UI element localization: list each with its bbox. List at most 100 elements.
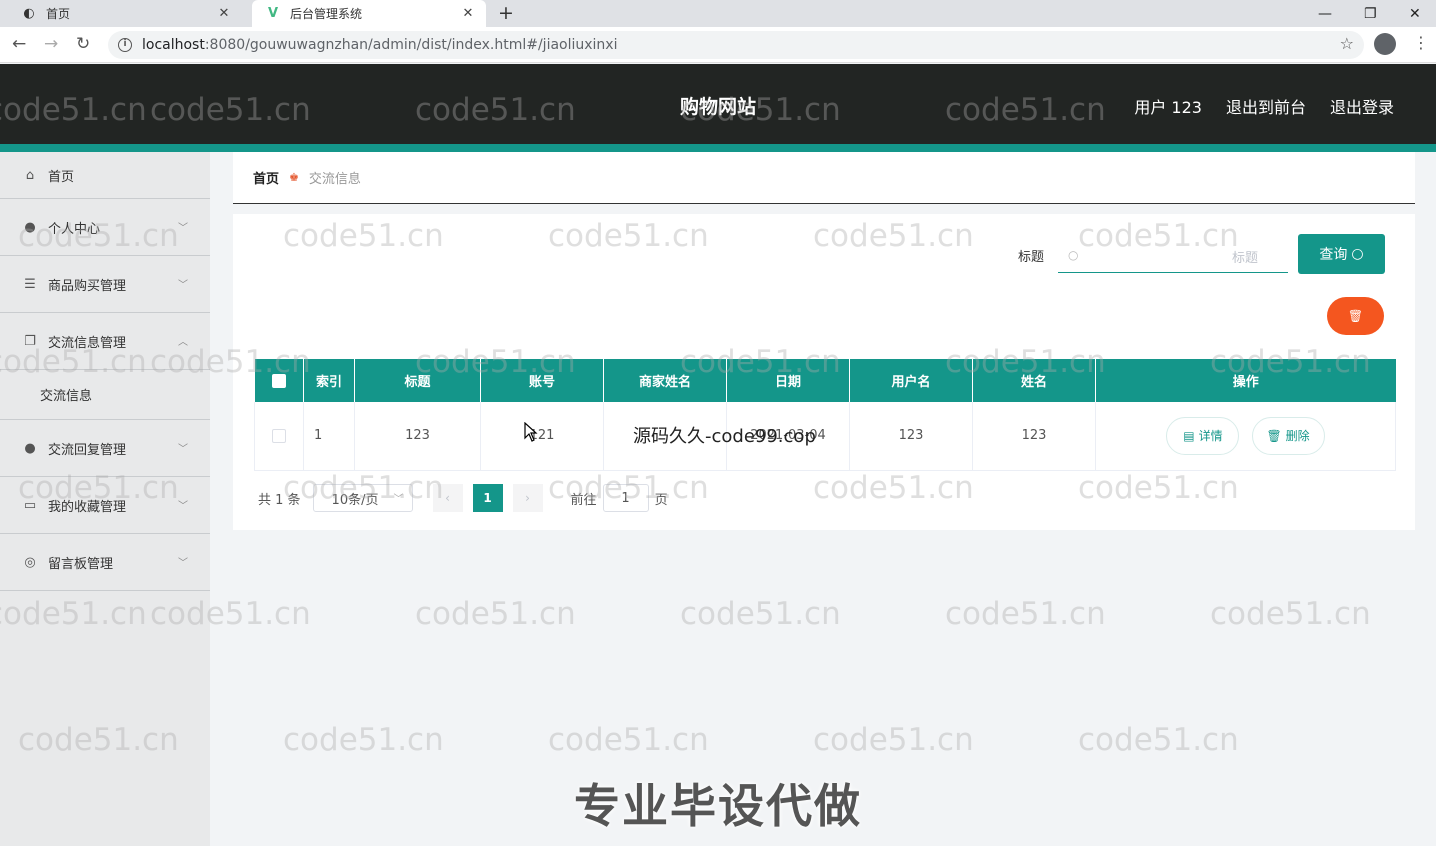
mouse-cursor-icon bbox=[524, 422, 538, 442]
copy-icon: ❐ bbox=[24, 333, 36, 349]
total-count: 共 1 条 bbox=[258, 492, 301, 508]
trash-icon: 🗑 bbox=[1266, 428, 1282, 443]
close-icon[interactable]: ✕ bbox=[216, 6, 232, 21]
sidebar-item-reply[interactable]: ● 交流回复管理 ﹀ bbox=[0, 420, 210, 477]
cell-actions: ▤ 详情 🗑 删除 bbox=[1095, 402, 1396, 471]
watermark: code51.cn bbox=[813, 722, 974, 758]
sidebar-item-home[interactable]: ⌂ 首页 bbox=[0, 152, 210, 199]
reload-icon[interactable]: ↻ bbox=[76, 34, 90, 54]
menu-kebab-icon[interactable]: ⋮ bbox=[1413, 33, 1429, 52]
column-header: 账号 bbox=[480, 359, 604, 402]
chevron-down-icon: ﹀ bbox=[178, 558, 188, 569]
tab-title: 后台管理系统 bbox=[290, 7, 363, 21]
page-size-value: 10条/页 bbox=[331, 492, 379, 508]
tab-title: 首页 bbox=[46, 7, 71, 21]
vue-logo-icon: V bbox=[267, 6, 279, 21]
logout-link[interactable]: 退出登录 bbox=[1330, 94, 1394, 118]
close-icon[interactable]: ✕ bbox=[460, 6, 476, 21]
breadcrumb-separator-icon: ♚ bbox=[289, 171, 299, 184]
data-table: 索引 标题 账号 商家姓名 日期 用户名 姓名 操作 1 123 121 202… bbox=[254, 359, 1396, 471]
chevron-down-icon: ﹀ bbox=[178, 501, 188, 512]
window-close-icon[interactable]: ✕ bbox=[1409, 0, 1421, 27]
breadcrumb-current: 交流信息 bbox=[308, 172, 361, 187]
watermark: code51.cn bbox=[548, 722, 709, 758]
column-header: 操作 bbox=[1095, 359, 1396, 402]
page-size-select[interactable]: 10条/页 ﹀ bbox=[312, 484, 413, 512]
prev-page-button[interactable]: ‹ bbox=[432, 484, 463, 512]
column-header: 日期 bbox=[726, 359, 850, 402]
sidebar-item-label: 交流信息管理 bbox=[48, 335, 127, 351]
delete-button-label: 删除 bbox=[1285, 429, 1310, 444]
bookmark-star-icon[interactable]: ☆ bbox=[1340, 34, 1354, 53]
sidebar-item-purchase[interactable]: ☰ 商品购买管理 ﹀ bbox=[0, 256, 210, 313]
search-placeholder: 标题 bbox=[1231, 251, 1258, 266]
breadcrumb-home[interactable]: 首页 bbox=[253, 168, 279, 187]
app-header: 购物网站 用户 123 退出到前台 退出登录 bbox=[0, 64, 1436, 152]
overlay-caption: 源码久久-code99.cop bbox=[633, 426, 816, 447]
sidebar-item-label: 首页 bbox=[48, 169, 75, 185]
url-path: :8080/gouwuwagnzhan/admin/dist/index.htm… bbox=[204, 37, 618, 53]
cell-username: 123 bbox=[849, 402, 973, 471]
header-accent-bar bbox=[0, 144, 1436, 152]
sidebar-item-label: 留言板管理 bbox=[48, 556, 114, 572]
sidebar-item-favorites[interactable]: ▭ 我的收藏管理 ﹀ bbox=[0, 477, 210, 534]
goto-suffix: 页 bbox=[654, 492, 668, 508]
sidebar-item-messageboard[interactable]: ◎ 留言板管理 ﹀ bbox=[0, 534, 210, 591]
delete-button[interactable]: 🗑 删除 bbox=[1251, 416, 1325, 455]
page-number-current[interactable]: 1 bbox=[472, 484, 503, 512]
compass-icon: ◎ bbox=[24, 554, 36, 570]
sliders-icon: ☰ bbox=[24, 276, 36, 292]
browser-tab[interactable]: ◐ 首页 ✕ bbox=[8, 0, 242, 27]
cell-index: 1 bbox=[303, 402, 355, 471]
sidebar-subitem-exchange-info[interactable]: 交流信息 bbox=[0, 370, 210, 420]
watermark: code51.cn bbox=[1210, 596, 1371, 632]
cell-title: 123 bbox=[354, 402, 481, 471]
detail-button[interactable]: ▤ 详情 bbox=[1166, 416, 1240, 455]
chevron-up-icon: ︿ bbox=[178, 337, 188, 348]
message-icon: ▭ bbox=[23, 497, 37, 513]
sidebar-item-label: 我的收藏管理 bbox=[48, 499, 127, 515]
column-header: 用户名 bbox=[849, 359, 973, 402]
browser-tab-active[interactable]: V 后台管理系统 ✕ bbox=[252, 0, 486, 27]
restore-icon[interactable]: ❐ bbox=[1364, 0, 1377, 27]
minimize-icon[interactable]: — bbox=[1318, 0, 1332, 27]
home-icon: ⌂ bbox=[25, 167, 35, 183]
watermark: code51.cn bbox=[283, 722, 444, 758]
table-row: 1 123 121 2021-03-04 123 123 ▤ 详情 🗑 删除 bbox=[254, 402, 1396, 471]
search-button[interactable]: 查询 ○ bbox=[1298, 234, 1385, 274]
profile-avatar-icon[interactable] bbox=[1374, 33, 1396, 55]
chevron-down-icon: ﹀ bbox=[393, 494, 404, 505]
search-icon: ○ bbox=[1351, 246, 1364, 262]
back-icon[interactable]: ← bbox=[12, 34, 26, 54]
sidebar-item-profile[interactable]: ● 个人中心 ﹀ bbox=[0, 199, 210, 256]
to-front-link[interactable]: 退出到前台 bbox=[1226, 94, 1306, 118]
watermark: code51.cn bbox=[1078, 722, 1239, 758]
cell-name: 123 bbox=[972, 402, 1096, 471]
sidebar-item-label: 个人中心 bbox=[48, 221, 101, 237]
watermark: code51.cn bbox=[680, 596, 841, 632]
user-icon: ● bbox=[24, 219, 36, 235]
site-info-icon[interactable]: i bbox=[118, 38, 132, 52]
chevron-down-icon: ﹀ bbox=[178, 444, 188, 455]
column-header: 商家姓名 bbox=[603, 359, 727, 402]
globe-icon: ◐ bbox=[23, 6, 35, 21]
goto-page-input[interactable]: 1 bbox=[602, 484, 649, 512]
sidebar: ⌂ 首页 ● 个人中心 ﹀ ☰ 商品购买管理 ﹀ ❐ 交流信息管理 ︿ 交流信息… bbox=[0, 152, 210, 846]
search-label: 标题 bbox=[1018, 250, 1045, 265]
search-icon: ○ bbox=[1068, 247, 1079, 262]
forward-icon[interactable]: → bbox=[44, 34, 58, 54]
search-input[interactable]: ○ 标题 bbox=[1058, 237, 1288, 273]
watermark: code51.cn bbox=[945, 596, 1106, 632]
url-input[interactable]: i localhost:8080/gouwuwagnzhan/admin/dis… bbox=[108, 31, 1364, 59]
user-label: 用户 123 bbox=[1134, 98, 1202, 117]
sidebar-item-exchange[interactable]: ❐ 交流信息管理 ︿ bbox=[0, 313, 210, 370]
batch-delete-button[interactable]: 🗑 bbox=[1327, 297, 1384, 335]
search-button-label: 查询 bbox=[1319, 247, 1348, 263]
content-panel: 标题 ○ 标题 查询 ○ 🗑 索引 标题 账号 商家姓名 日期 用户名 姓名 操… bbox=[233, 214, 1415, 530]
select-all-checkbox[interactable] bbox=[254, 359, 304, 402]
document-icon: ▤ bbox=[1183, 428, 1195, 443]
column-header: 姓名 bbox=[972, 359, 1096, 402]
row-checkbox[interactable] bbox=[254, 402, 304, 471]
new-tab-button[interactable]: + bbox=[498, 2, 514, 24]
next-page-button[interactable]: › bbox=[512, 484, 543, 512]
